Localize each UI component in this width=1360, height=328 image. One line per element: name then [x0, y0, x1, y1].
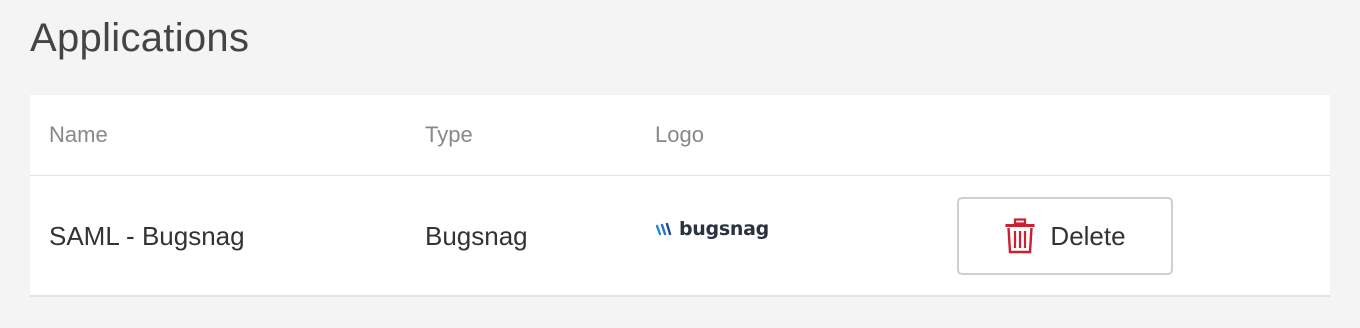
bugsnag-logo-icon — [656, 222, 672, 236]
column-header-logo: Logo — [655, 122, 704, 147]
bugsnag-logo: bugsnag — [656, 216, 769, 242]
column-header-name[interactable]: Name — [49, 121, 108, 149]
trash-icon — [1005, 218, 1035, 254]
application-name[interactable]: SAML - Bugsnag — [49, 220, 245, 252]
delete-button-label: Delete — [1050, 221, 1126, 251]
column-header-type[interactable]: Type — [425, 121, 473, 149]
table-row[interactable]: SAML - Bugsnag Bugsnag bugsnag Delete — [30, 176, 1330, 295]
applications-table: Name Type Logo SAML - Bugsnag Bugsnag bu… — [30, 95, 1330, 297]
table-header-row: Name Type Logo — [30, 95, 1330, 176]
delete-button[interactable]: Delete — [957, 197, 1173, 275]
bugsnag-logo-text: bugsnag — [679, 218, 769, 240]
application-type: Bugsnag — [425, 221, 528, 251]
page-title: Applications — [30, 16, 250, 60]
